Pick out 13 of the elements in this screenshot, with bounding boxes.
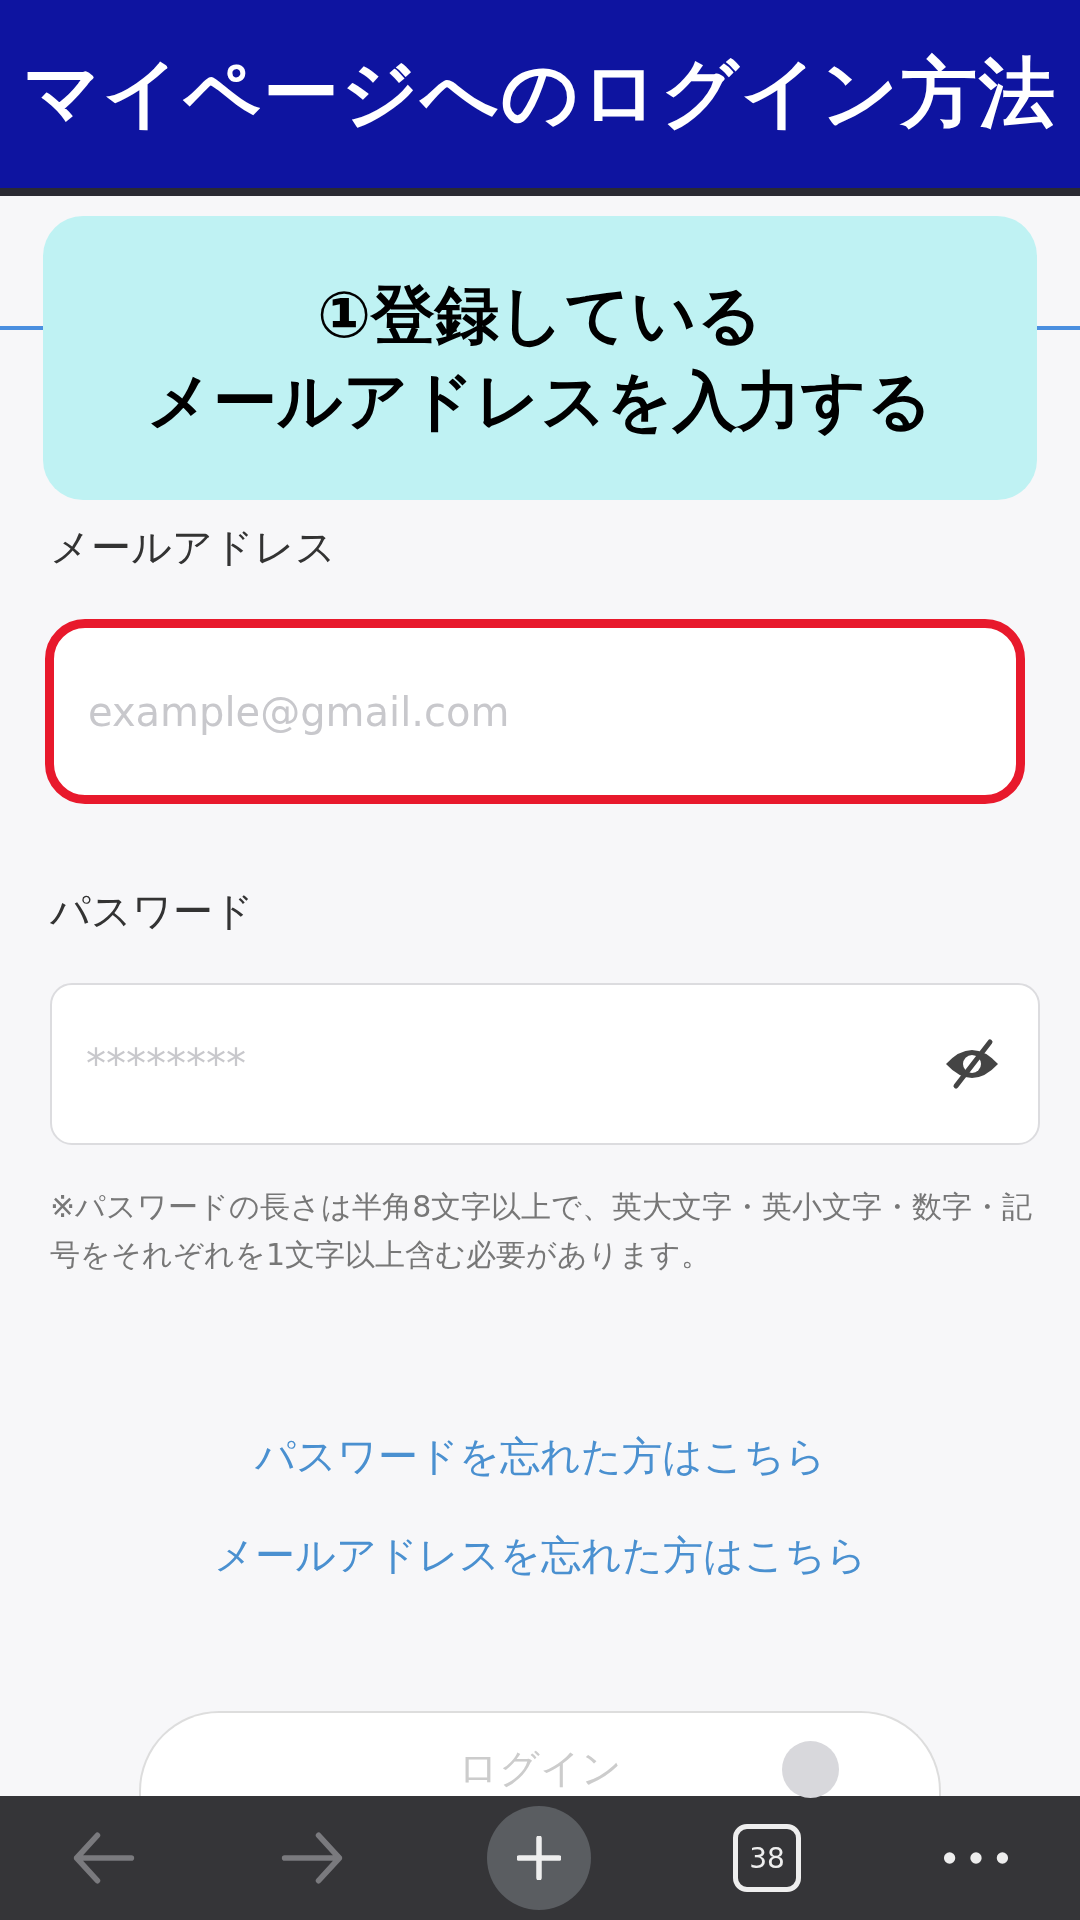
forward-arrow-icon[interactable] xyxy=(279,1831,345,1885)
plus-icon xyxy=(517,1836,561,1880)
back-arrow-icon[interactable] xyxy=(71,1831,137,1885)
password-note: ※パスワードの長さは半角8文字以上で、英大文字・英小文字・数字・記号をそれぞれを1文字以上含む必要があります。 xyxy=(50,1188,1034,1274)
help-link[interactable]: メールアドレスを忘れた方はこちら xyxy=(213,1528,867,1583)
field-label: パスワード xyxy=(50,887,255,936)
password-field[interactable]: ******** xyxy=(50,983,1040,1145)
callout-text: ①登録している メールアドレスを入力する xyxy=(147,276,933,440)
help-link[interactable]: パスワードを忘れた方はこちら xyxy=(254,1429,826,1484)
more-icon[interactable] xyxy=(943,1851,1009,1865)
field-label: メールアドレス xyxy=(50,523,337,572)
tab-count-button[interactable]: 38 xyxy=(733,1824,801,1892)
page-title: マイページへのログイン方法 xyxy=(23,46,1057,139)
